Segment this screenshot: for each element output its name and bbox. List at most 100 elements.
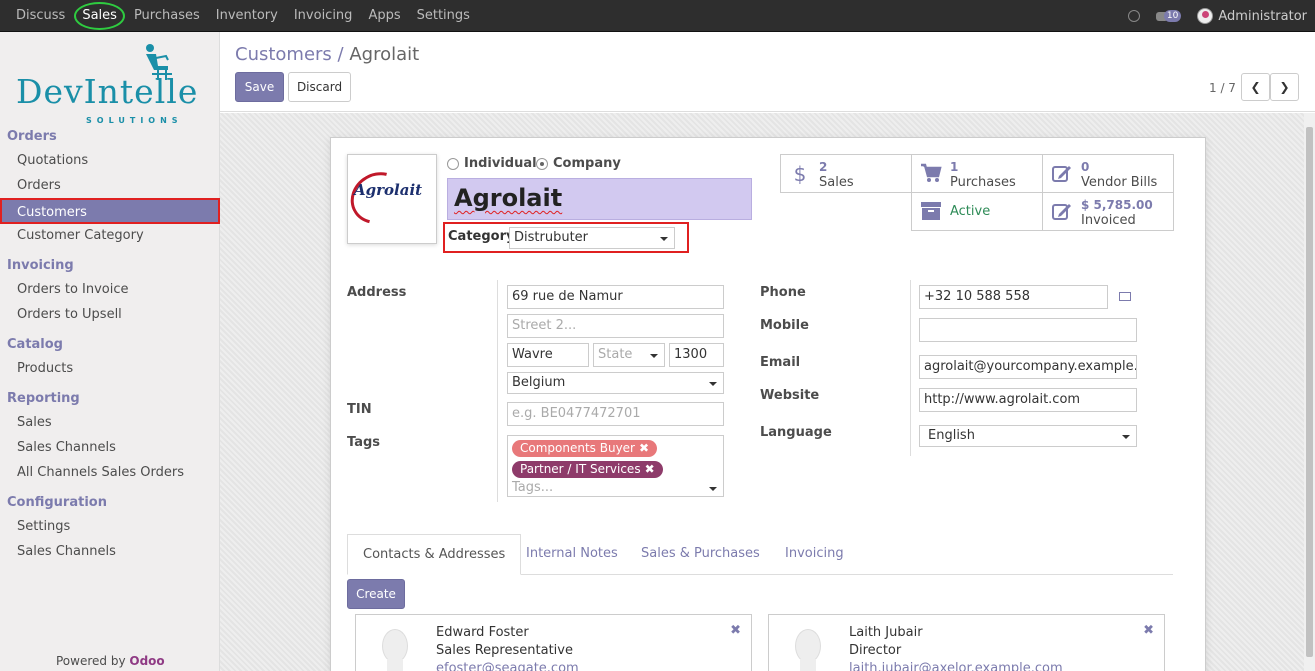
radio-company[interactable]: Company — [536, 156, 621, 171]
remove-tag-icon[interactable]: ✖ — [639, 441, 649, 455]
tag-components-buyer[interactable]: Components Buyer ✖ — [512, 440, 658, 457]
activity-clock-icon[interactable] — [1127, 10, 1140, 22]
vendor-bills-smart-button[interactable]: 0 Vendor Bills — [1042, 154, 1174, 193]
radio-individual-dot[interactable] — [447, 157, 459, 170]
content-scrollbar[interactable] — [1304, 113, 1315, 671]
tag-partner-it-services[interactable]: Partner / IT Services ✖ — [512, 461, 663, 478]
language-value: English — [928, 428, 975, 443]
breadcrumb-parent[interactable]: Customers — [235, 44, 332, 65]
sidebar-item-orders[interactable]: Orders — [0, 173, 220, 199]
radio-company-dot[interactable] — [536, 157, 548, 170]
edit-icon — [1051, 201, 1073, 223]
discard-button[interactable]: Discard — [288, 72, 351, 102]
sidebar-item-quotations[interactable]: Quotations — [0, 148, 220, 174]
menu-inventory[interactable]: Inventory — [208, 0, 286, 32]
sidebar-item-customers[interactable]: Customers — [0, 198, 220, 224]
sidebar-section-reporting[interactable]: Reporting — [7, 391, 80, 406]
logo-subtitle: SOLUTIONS — [86, 116, 183, 125]
zip-input[interactable]: 1300 — [669, 343, 724, 367]
tin-input[interactable]: e.g. BE0477472701 — [507, 402, 724, 426]
category-select[interactable]: Distrubuter — [509, 227, 675, 249]
street2-input[interactable]: Street 2... — [507, 314, 724, 338]
partner-logo-text: Agrolait — [354, 181, 423, 199]
contact-card[interactable]: Laith Jubair Director laith.jubair@axelo… — [768, 614, 1165, 671]
contact-avatar — [791, 629, 825, 671]
website-label: Website — [760, 388, 820, 403]
menu-invoicing[interactable]: Invoicing — [286, 0, 361, 32]
menu-apps[interactable]: Apps — [360, 0, 408, 32]
active-toggle-button[interactable]: Active — [911, 192, 1043, 231]
send-sms-envelope-icon[interactable] — [1119, 292, 1131, 301]
language-select[interactable]: English — [919, 425, 1137, 447]
purchases-smart-button[interactable]: 1 Purchases — [911, 154, 1043, 193]
website-input[interactable]: http://www.agrolait.com — [919, 388, 1137, 412]
pager-next-button[interactable]: ❯ — [1270, 73, 1299, 101]
chevron-left-icon: ❮ — [1250, 80, 1261, 94]
tags-input[interactable]: Tags... — [512, 480, 719, 496]
powered-by-brand-link[interactable]: Odoo — [129, 654, 164, 668]
active-label: Active — [950, 204, 991, 219]
remove-contact-icon[interactable]: ✖ — [730, 623, 741, 638]
logo-wordmark: DevIntelle — [16, 72, 199, 111]
edit-icon — [1051, 163, 1073, 185]
tab-invoicing[interactable]: Invoicing — [770, 534, 859, 575]
pager-previous-button[interactable]: ❮ — [1241, 73, 1270, 101]
control-panel: Customers / Agrolait Save Discard 1 / 7 … — [220, 32, 1315, 112]
partner-image[interactable]: Agrolait — [341, 154, 437, 244]
partner-name-input[interactable]: Agrolait — [447, 178, 752, 220]
remove-contact-icon[interactable]: ✖ — [1143, 623, 1154, 638]
tab-contacts-addresses[interactable]: Contacts & Addresses — [347, 534, 522, 575]
tag-label: Partner / IT Services — [520, 462, 641, 476]
street-input[interactable]: 69 rue de Namur — [507, 285, 724, 309]
sidebar-section-orders[interactable]: Orders — [7, 129, 57, 144]
sidebar-item-config-sales-channels[interactable]: Sales Channels — [0, 539, 220, 565]
sales-label: Sales — [819, 175, 854, 190]
contact-card[interactable]: Edward Foster Sales Representative efost… — [355, 614, 752, 671]
tags-field[interactable]: Components Buyer ✖ Partner / IT Services ✖… — [507, 435, 724, 497]
email-input[interactable]: agrolait@yourcompany.example.com — [919, 355, 1137, 379]
archive-icon — [920, 201, 942, 223]
messaging-menu[interactable]: 10 — [1155, 10, 1182, 22]
save-button[interactable]: Save — [235, 72, 284, 102]
sidebar-section-invoicing[interactable]: Invoicing — [7, 258, 74, 273]
menu-discuss[interactable]: Discuss — [8, 0, 73, 32]
sales-smart-button[interactable]: $ 2 Sales — [780, 154, 912, 193]
sidebar-item-products[interactable]: Products — [0, 356, 220, 382]
sidebar-item-orders-to-invoice[interactable]: Orders to Invoice — [0, 277, 220, 303]
tab-sales-purchases[interactable]: Sales & Purchases — [626, 534, 775, 575]
tags-label: Tags — [347, 435, 381, 450]
sidebar-item-sales[interactable]: Sales — [0, 410, 220, 436]
menu-settings[interactable]: Settings — [409, 0, 478, 32]
pager-value[interactable]: 1 / 7 — [1209, 81, 1236, 95]
contact-email-link[interactable]: efoster@seagate.com — [436, 661, 579, 671]
sidebar-item-settings[interactable]: Settings — [0, 514, 220, 540]
mobile-input[interactable] — [919, 318, 1137, 342]
powered-by: Powered by Odoo — [56, 654, 165, 668]
tab-internal-notes[interactable]: Internal Notes — [511, 534, 633, 575]
create-contact-button[interactable]: Create — [347, 579, 405, 609]
sidebar-item-customer-category[interactable]: Customer Category — [0, 223, 220, 249]
sidebar-item-orders-to-upsell[interactable]: Orders to Upsell — [0, 302, 220, 328]
user-menu[interactable]: Administrator — [1197, 8, 1307, 24]
country-select[interactable]: Belgium — [507, 372, 724, 394]
state-select[interactable]: State — [593, 343, 665, 367]
form-view-background: Agrolait Individual Company Agrolait Cat… — [220, 113, 1315, 671]
invoiced-smart-button[interactable]: $ 5,785.00 Invoiced — [1042, 192, 1174, 231]
remove-tag-icon[interactable]: ✖ — [645, 462, 655, 476]
phone-input[interactable]: +32 10 588 558 — [919, 285, 1108, 309]
sidebar-section-configuration[interactable]: Configuration — [7, 495, 107, 510]
city-input[interactable]: Wavre — [507, 343, 589, 367]
company-logo: DevIntelle SOLUTIONS — [16, 44, 206, 125]
form-sheet: Agrolait Individual Company Agrolait Cat… — [330, 137, 1206, 671]
menu-sales[interactable]: Sales — [74, 2, 125, 30]
sidebar-section-catalog[interactable]: Catalog — [7, 337, 63, 352]
radio-individual[interactable]: Individual — [447, 156, 537, 171]
contact-email-link[interactable]: laith.jubair@axelor.example.com — [849, 661, 1063, 671]
mobile-label: Mobile — [760, 318, 809, 333]
sidebar-item-sales-channels[interactable]: Sales Channels — [0, 435, 220, 461]
invoiced-value: $ 5,785.00 — [1081, 198, 1153, 212]
sidebar-item-all-channels-sales-orders[interactable]: All Channels Sales Orders — [0, 460, 220, 486]
contact-name: Edward Foster — [436, 625, 529, 640]
powered-by-text: Powered by — [56, 654, 126, 668]
menu-purchases[interactable]: Purchases — [126, 0, 208, 32]
